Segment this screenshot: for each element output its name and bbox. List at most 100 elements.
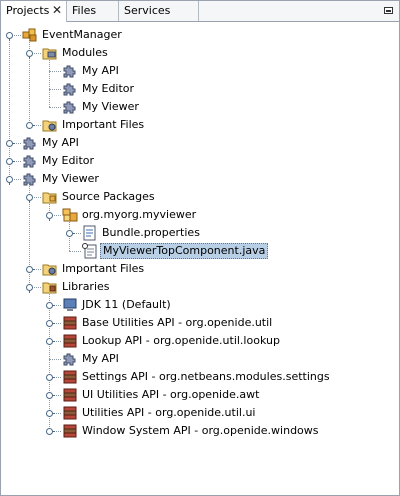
important-files-icon <box>42 117 58 133</box>
collapse-handle[interactable] <box>26 194 33 203</box>
expand-handle[interactable] <box>6 158 15 165</box>
tree-node-label: EventManager <box>42 28 122 41</box>
libraries-icon <box>42 279 58 295</box>
tree-node-label: Source Packages <box>62 190 155 203</box>
expand-handle[interactable] <box>6 140 15 147</box>
expand-handle[interactable] <box>46 320 55 327</box>
tree-node-label: Settings API - org.netbeans.modules.sett… <box>82 370 330 383</box>
module-icon <box>22 171 38 187</box>
expand-handle[interactable] <box>26 122 35 129</box>
tree-node[interactable]: Modules <box>1 44 399 62</box>
tree-node-label: My Viewer <box>82 100 139 113</box>
tree-node-label: My Viewer <box>42 172 99 185</box>
tree-node-label: My API <box>82 352 119 365</box>
tree-node-label: Window System API - org.openide.windows <box>82 424 319 437</box>
tree-node-label: Important Files <box>62 118 145 131</box>
tree-node[interactable]: UI Utilities API - org.openide.awt <box>1 386 399 404</box>
library-jar-icon <box>62 315 78 331</box>
tree-node-label: Modules <box>62 46 108 59</box>
source-packages-icon <box>42 189 58 205</box>
tree-node-label: UI Utilities API - org.openide.awt <box>82 388 260 401</box>
tree-node-label: My Editor <box>82 82 135 95</box>
expand-handle[interactable] <box>46 338 55 345</box>
tree-node-label: Important Files <box>62 262 145 275</box>
tree-connector <box>49 107 61 108</box>
tree-node[interactable]: Utilities API - org.openide.util.ui <box>1 404 399 422</box>
expand-handle[interactable] <box>26 266 35 273</box>
module-icon <box>62 351 78 367</box>
projects-window: Projects ✕ Files Services EventManager Mo… <box>0 0 400 496</box>
tree-node[interactable]: Source Packages <box>1 188 399 206</box>
collapse-handle[interactable] <box>26 50 33 59</box>
tree-node-label: Base Utilities API - org.openide.util <box>82 316 273 329</box>
expand-handle[interactable] <box>46 302 55 309</box>
close-icon[interactable]: ✕ <box>52 4 62 16</box>
module-icon <box>22 153 38 169</box>
tree-node[interactable]: Bundle.properties <box>1 224 399 242</box>
tree-connector <box>49 71 61 72</box>
tree-node-label: MyViewerTopComponent.java <box>100 243 269 259</box>
tree-node[interactable]: MyViewerTopComponent.java <box>1 242 399 260</box>
tab-label: Files <box>72 4 97 17</box>
module-icon <box>62 99 78 115</box>
modules-folder-icon <box>42 45 58 61</box>
tree-node[interactable]: EventManager <box>1 26 399 44</box>
tree-node[interactable]: My Viewer <box>1 98 399 116</box>
properties-file-icon <box>82 225 98 241</box>
tree-node[interactable]: Important Files <box>1 260 399 278</box>
expand-handle[interactable] <box>66 230 75 237</box>
collapse-handle[interactable] <box>46 212 53 221</box>
tree-node[interactable]: My API <box>1 62 399 80</box>
tree-node-label: My Editor <box>42 154 95 167</box>
expand-handle[interactable] <box>46 392 55 399</box>
tree-node[interactable]: org.myorg.myviewer <box>1 206 399 224</box>
project-tree[interactable]: EventManager Modules My API My Editor My Vie… <box>1 22 399 495</box>
suite-icon <box>22 27 38 43</box>
tab-label: Services <box>124 4 171 17</box>
tree-node[interactable]: Libraries <box>1 278 399 296</box>
tree-node-label: Libraries <box>62 280 110 293</box>
collapse-handle[interactable] <box>26 284 33 293</box>
library-jar-icon <box>62 405 78 421</box>
tab-label: Projects <box>6 4 50 17</box>
tree-node-label: My API <box>42 136 79 149</box>
tree-node-label: Bundle.properties <box>102 226 200 239</box>
tree-connector <box>49 89 61 90</box>
tree-connector <box>49 359 61 360</box>
module-icon <box>62 63 78 79</box>
minimize-icon[interactable] <box>384 7 393 14</box>
tab-files[interactable]: Files <box>67 1 119 21</box>
tree-node[interactable]: Base Utilities API - org.openide.util <box>1 314 399 332</box>
java-file-icon <box>82 243 98 259</box>
tree-node-label: Utilities API - org.openide.util.ui <box>82 406 256 419</box>
collapse-handle[interactable] <box>6 176 13 185</box>
module-icon <box>22 135 38 151</box>
tree-node-label: JDK 11 (Default) <box>82 298 171 311</box>
tab-projects[interactable]: Projects ✕ <box>1 1 67 22</box>
tree-node[interactable]: Lookup API - org.openide.util.lookup <box>1 332 399 350</box>
tree-node[interactable]: My Editor <box>1 80 399 98</box>
tree-node-label: Lookup API - org.openide.util.lookup <box>82 334 280 347</box>
tab-bar: Projects ✕ Files Services <box>1 1 399 22</box>
tree-node[interactable]: Window System API - org.openide.windows <box>1 422 399 440</box>
tree-node[interactable]: My API <box>1 350 399 368</box>
tree-node[interactable]: My Editor <box>1 152 399 170</box>
important-files-icon <box>42 261 58 277</box>
module-icon <box>62 81 78 97</box>
expand-handle[interactable] <box>46 374 55 381</box>
tree-node[interactable]: JDK 11 (Default) <box>1 296 399 314</box>
tree-node-label: My API <box>82 64 119 77</box>
tab-services[interactable]: Services <box>119 1 199 21</box>
tree-node-label: org.myorg.myviewer <box>82 208 197 221</box>
expand-handle[interactable] <box>46 410 55 417</box>
tree-node[interactable]: My API <box>1 134 399 152</box>
tree-node[interactable]: Important Files <box>1 116 399 134</box>
tree-connector <box>69 251 81 252</box>
expand-handle[interactable] <box>46 428 55 435</box>
tree-node[interactable]: My Viewer <box>1 170 399 188</box>
library-jar-icon <box>62 387 78 403</box>
package-icon <box>62 207 78 223</box>
collapse-handle[interactable] <box>6 32 13 41</box>
tree-node[interactable]: Settings API - org.netbeans.modules.sett… <box>1 368 399 386</box>
library-jar-icon <box>62 369 78 385</box>
